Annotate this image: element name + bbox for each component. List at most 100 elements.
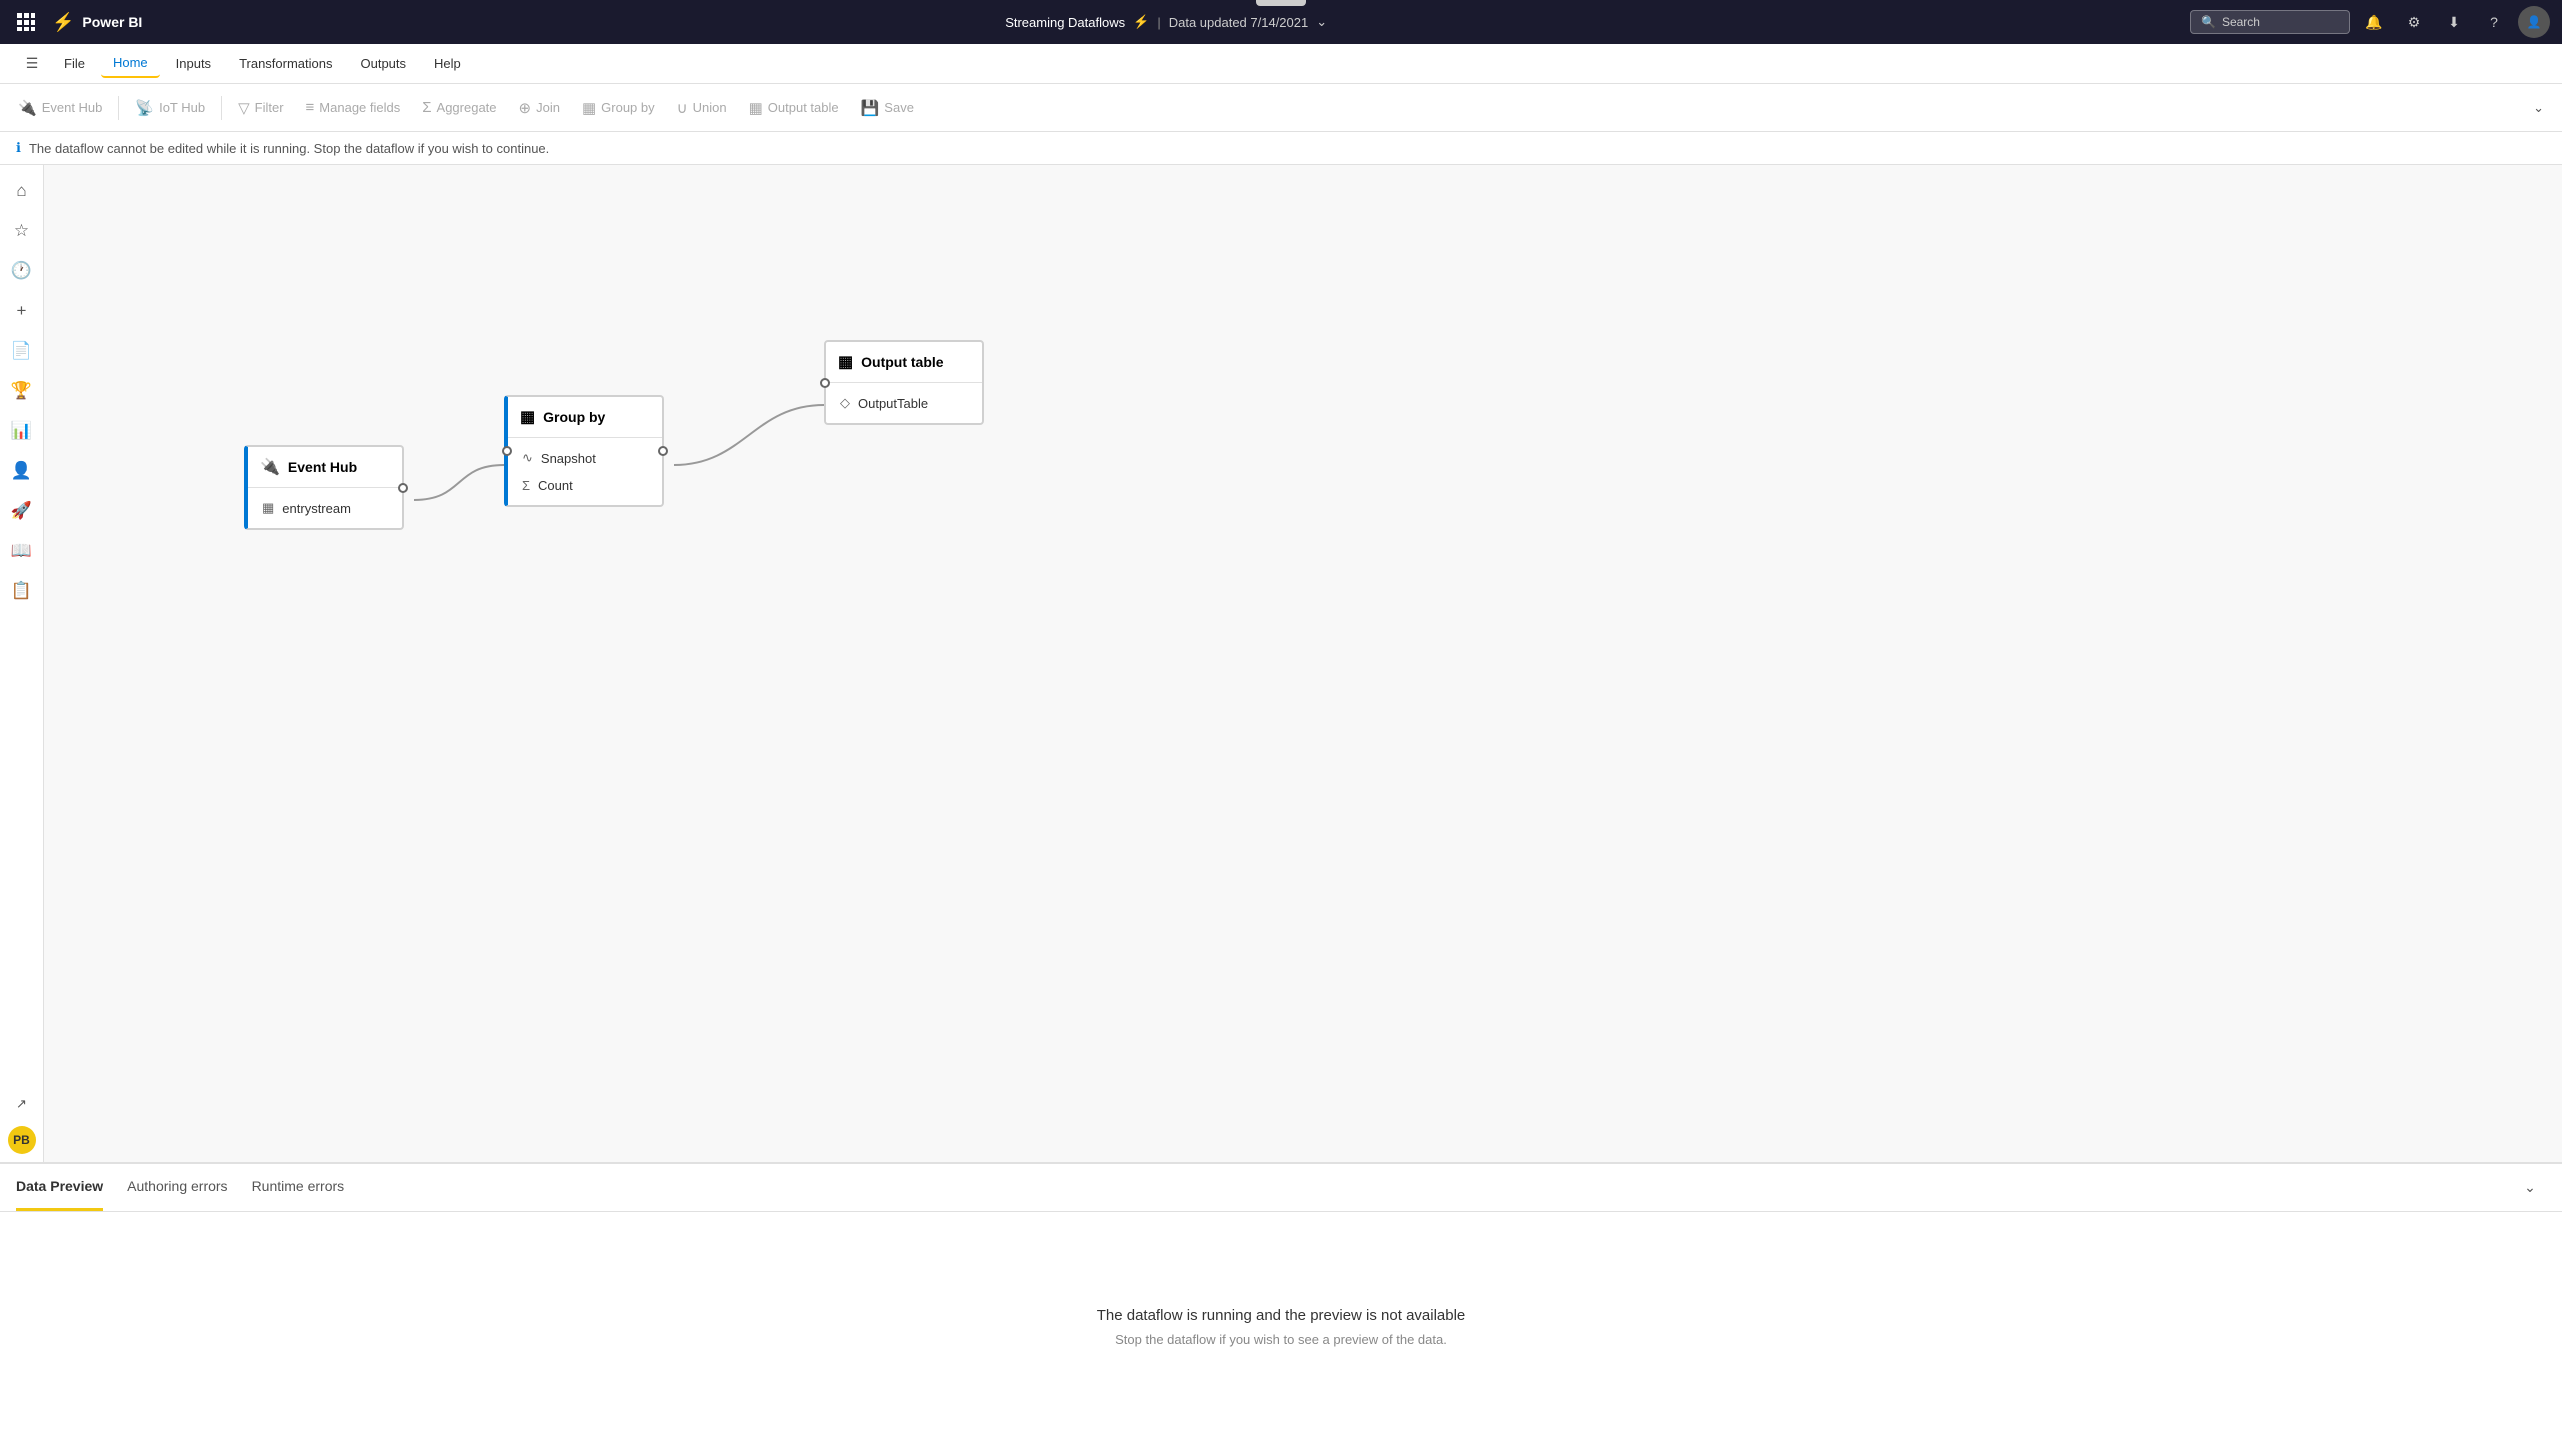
aggregate-icon: Σ — [422, 99, 431, 116]
sidebar-dataflows-button[interactable]: 📋 — [4, 573, 40, 609]
search-box[interactable]: 🔍 Search — [2190, 10, 2350, 34]
iot-hub-button[interactable]: 📡 IoT Hub — [125, 93, 215, 123]
menu-help[interactable]: Help — [422, 50, 473, 77]
entrystream-icon: ▦ — [262, 500, 274, 516]
group-by-button[interactable]: ▦ Group by — [572, 93, 665, 123]
menu-transformations[interactable]: Transformations — [227, 50, 344, 77]
manage-fields-label: Manage fields — [319, 100, 400, 115]
event-hub-node-header: 🔌 Event Hub — [248, 447, 402, 488]
sidebar-learn-button[interactable]: 👤 — [4, 453, 40, 489]
group-by-input-port — [502, 446, 512, 456]
sidebar-workspace-button[interactable]: 🚀 — [4, 493, 40, 529]
sidebar-favorites-button[interactable]: ☆ — [4, 213, 40, 249]
sidebar-create-button[interactable]: + — [4, 293, 40, 329]
bottom-panel-tabs: Data Preview Authoring errors Runtime er… — [0, 1164, 2562, 1212]
event-hub-output-port — [398, 483, 408, 493]
union-button[interactable]: ∪ Union — [667, 93, 737, 123]
preview-main-message: The dataflow is running and the preview … — [1097, 1307, 1466, 1324]
settings-button[interactable]: ⚙ — [2398, 6, 2430, 38]
search-icon: 🔍 — [2201, 15, 2216, 29]
info-icon: ℹ — [16, 140, 21, 156]
bottom-panel-content: The dataflow is running and the preview … — [0, 1212, 2562, 1442]
group-by-node-icon: ▦ — [520, 407, 535, 427]
tab-runtime-errors[interactable]: Runtime errors — [252, 1164, 345, 1211]
aggregate-button[interactable]: Σ Aggregate — [412, 93, 506, 122]
document-title: Streaming Dataflows ⚡ | Data updated 7/1… — [154, 14, 2178, 30]
manage-fields-button[interactable]: ≡ Manage fields — [296, 93, 411, 122]
group-by-node-header: ▦ Group by — [508, 397, 662, 438]
tab-authoring-errors[interactable]: Authoring errors — [127, 1164, 227, 1211]
node-item-entrystream: ▦ entrystream — [248, 494, 402, 522]
event-hub-node-title: Event Hub — [288, 459, 357, 475]
count-label: Count — [538, 478, 573, 493]
manage-fields-icon: ≡ — [306, 99, 315, 116]
event-hub-node-body: ▦ entrystream — [248, 488, 402, 528]
iot-hub-icon: 📡 — [135, 99, 154, 117]
output-table-node-title: Output table — [861, 354, 943, 370]
node-item-outputtable: ◇ OutputTable — [826, 389, 982, 417]
filter-icon: ▽ — [238, 99, 250, 117]
save-icon: 💾 — [861, 99, 880, 117]
avatar[interactable]: 👤 — [2518, 6, 2550, 38]
group-by-node[interactable]: ▦ Group by ∿ Snapshot Σ Count — [504, 395, 664, 507]
output-table-button[interactable]: ▦ Output table — [739, 93, 849, 123]
group-by-node-title: Group by — [543, 409, 605, 425]
topbar: ⚡ Power BI Streaming Dataflows ⚡ | Data … — [0, 0, 2562, 44]
union-icon: ∪ — [677, 99, 688, 117]
sidebar-browse-button[interactable]: 📄 — [4, 333, 40, 369]
sidebar-reports-button[interactable]: 📊 — [4, 413, 40, 449]
sidebar-recent-button[interactable]: 🕐 — [4, 253, 40, 289]
notifications-button[interactable]: 🔔 — [2358, 6, 2390, 38]
toolbar-separator-1 — [118, 96, 119, 120]
dataflow-name: Streaming Dataflows — [1005, 15, 1125, 30]
event-hub-button[interactable]: 🔌 Event Hub — [8, 93, 112, 123]
event-hub-label: Event Hub — [42, 100, 103, 115]
snapshot-label: Snapshot — [541, 451, 596, 466]
menubar: ☰ File Home Inputs Transformations Outpu… — [0, 44, 2562, 84]
snapshot-icon: ∿ — [522, 450, 533, 466]
canvas-workspace[interactable]: 🔌 Event Hub ▦ entrystream ▦ Group by — [44, 165, 2562, 1162]
bottom-panel: Data Preview Authoring errors Runtime er… — [0, 1162, 2562, 1442]
tab-data-preview[interactable]: Data Preview — [16, 1164, 103, 1211]
infobar: ℹ The dataflow cannot be edited while it… — [0, 132, 2562, 165]
group-by-icon: ▦ — [582, 99, 596, 117]
event-hub-node[interactable]: 🔌 Event Hub ▦ entrystream — [244, 445, 404, 530]
node-item-count: Σ Count — [508, 472, 662, 499]
infobar-message: The dataflow cannot be edited while it i… — [29, 141, 549, 156]
connections-svg — [44, 165, 2562, 1162]
iot-hub-label: IoT Hub — [159, 100, 205, 115]
sidebar-toggle-button[interactable]: ☰ — [16, 48, 48, 80]
output-table-node-icon: ▦ — [838, 352, 853, 372]
panel-collapse-button[interactable]: ⌄ — [2514, 1172, 2546, 1204]
output-table-node[interactable]: ▦ Output table ◇ OutputTable — [824, 340, 984, 425]
output-table-icon: ▦ — [749, 99, 763, 117]
sidebar-home-button[interactable]: ⌂ — [4, 173, 40, 209]
help-button[interactable]: ? — [2478, 6, 2510, 38]
topbar-actions: 🔍 Search 🔔 ⚙ ⬇ ? 👤 — [2190, 6, 2550, 38]
download-button[interactable]: ⬇ — [2438, 6, 2470, 38]
aggregate-label: Aggregate — [437, 100, 497, 115]
sidebar-datasets-button[interactable]: 📖 — [4, 533, 40, 569]
join-button[interactable]: ⊕ Join — [509, 93, 570, 123]
toolbar-collapse-button[interactable]: ⌄ — [2523, 94, 2554, 122]
chevron-down-icon[interactable]: ⌄ — [1316, 14, 1327, 30]
sidebar-expand-button[interactable]: ↗ — [4, 1086, 40, 1122]
toolbar-separator-2 — [221, 96, 222, 120]
output-table-label: Output table — [768, 100, 839, 115]
menu-home[interactable]: Home — [101, 49, 160, 78]
sidebar-goals-button[interactable]: 🏆 — [4, 373, 40, 409]
title-separator: | — [1157, 15, 1160, 30]
menu-outputs[interactable]: Outputs — [349, 50, 419, 77]
save-button[interactable]: 💾 Save — [851, 93, 924, 123]
menu-file[interactable]: File — [52, 50, 97, 77]
event-hub-node-icon: 🔌 — [260, 457, 280, 477]
menu-inputs[interactable]: Inputs — [164, 50, 223, 77]
output-table-node-body: ◇ OutputTable — [826, 383, 982, 423]
sidebar-badge[interactable]: PB — [8, 1126, 36, 1154]
output-table-input-port — [820, 378, 830, 388]
waffle-icon[interactable] — [12, 8, 40, 36]
brand: ⚡ Power BI — [52, 12, 142, 33]
outputtable-label: OutputTable — [858, 396, 928, 411]
count-icon: Σ — [522, 478, 530, 493]
filter-button[interactable]: ▽ Filter — [228, 93, 293, 123]
